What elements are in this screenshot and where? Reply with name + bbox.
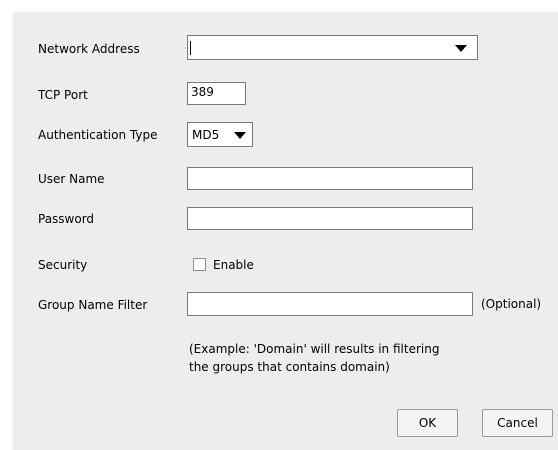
security-label: Security <box>38 258 88 272</box>
network-address-combo[interactable] <box>187 35 478 60</box>
group-filter-example: (Example: 'Domain' will results in filte… <box>189 340 489 376</box>
security-enable-label[interactable]: Enable <box>213 258 254 272</box>
optional-hint: (Optional) <box>481 297 542 311</box>
chevron-down-icon <box>234 132 246 139</box>
user-name-label: User Name <box>38 172 105 186</box>
ldap-settings-dialog: Network Address TCP Port 389 Authenticat… <box>13 12 558 450</box>
password-input[interactable] <box>187 207 473 230</box>
auth-type-label: Authentication Type <box>38 128 158 142</box>
example-line-2: the groups that contains domain) <box>189 360 390 374</box>
cancel-button[interactable]: Cancel <box>482 409 553 437</box>
chevron-down-icon[interactable] <box>455 45 467 52</box>
user-name-input[interactable] <box>187 167 473 190</box>
ok-button[interactable]: OK <box>397 409 458 437</box>
text-cursor <box>190 41 191 55</box>
auth-type-select[interactable]: MD5 <box>187 122 253 147</box>
tcp-port-label: TCP Port <box>38 88 88 102</box>
security-enable-checkbox[interactable] <box>193 258 206 271</box>
tcp-port-input[interactable]: 389 <box>187 82 246 105</box>
password-label: Password <box>38 212 95 226</box>
group-name-filter-input[interactable] <box>187 292 473 316</box>
network-address-label: Network Address <box>38 42 140 56</box>
auth-type-value: MD5 <box>192 128 220 142</box>
example-line-1: (Example: 'Domain' will results in filte… <box>189 342 440 356</box>
group-name-filter-label: Group Name Filter <box>38 298 148 312</box>
